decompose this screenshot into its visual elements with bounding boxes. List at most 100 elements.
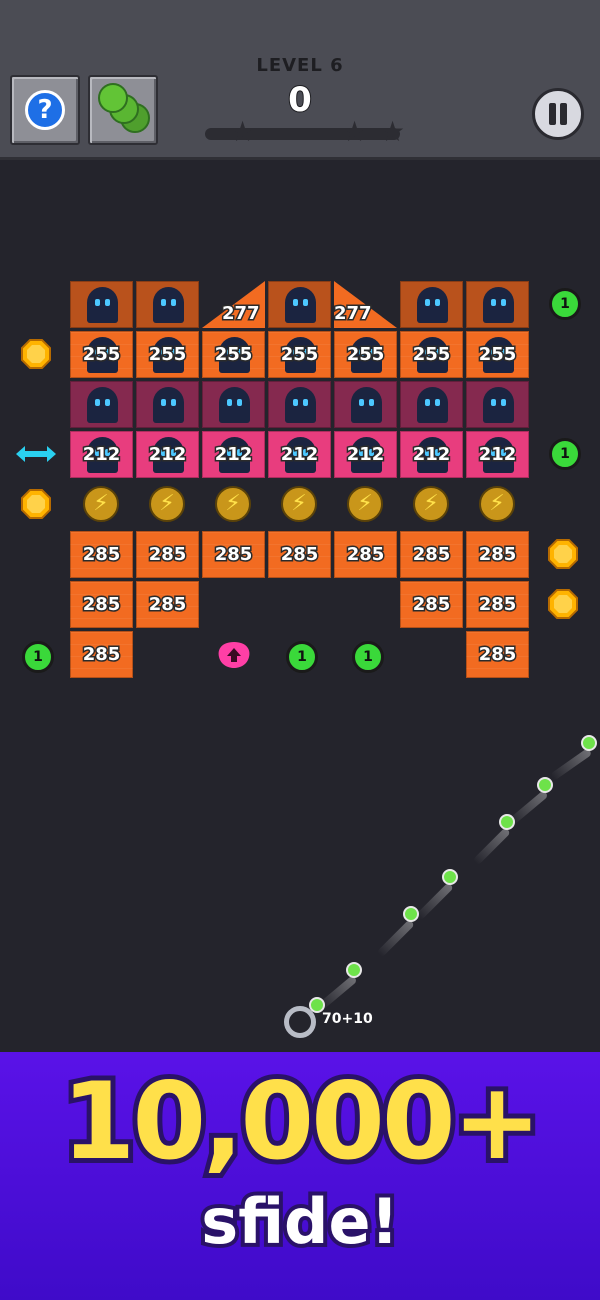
extra-ball-pickup: 1 [549,288,581,320]
brick-value: 212 [81,443,122,467]
ball [442,869,458,885]
ghost-icon [87,387,118,423]
brick-value: 285 [411,543,452,567]
ball [581,735,597,751]
brick: 285 [334,531,397,578]
brick: 212 [70,431,133,478]
lightning-bolt-icon: ⚡ [281,486,317,522]
brick-value: 285 [147,543,188,567]
ghost-brick [136,381,199,428]
ghost-icon [483,287,514,323]
ghost-brick [334,381,397,428]
brick: 285 [70,581,133,628]
brick-value: 255 [213,343,254,367]
brick-value: 212 [477,443,518,467]
extra-ball-pickup: 1 [22,641,54,673]
brick-value: 285 [81,593,122,617]
brick: 255 [334,331,397,378]
ghost-icon [219,387,250,423]
ghost-brick [70,281,133,328]
brick: 212 [334,431,397,478]
brick-value: 277 [221,302,262,326]
lightning-bolt-icon: ⚡ [413,486,449,522]
lightning-bolt-icon: ⚡ [83,486,119,522]
extra-ball-pickup: 1 [549,438,581,470]
brick: 212 [400,431,463,478]
coin-icon [21,339,51,369]
brick: 285 [466,581,529,628]
brick-value: 277 [333,302,374,326]
ball [499,814,515,830]
ghost-brick [268,381,331,428]
brick: 285 [400,581,463,628]
ghost-icon [87,287,118,323]
launcher-ring[interactable] [284,1006,316,1038]
coin-icon [21,489,51,519]
brick: 285 [136,531,199,578]
brick-value: 285 [345,543,386,567]
ball-trail [472,827,511,866]
pause-icon [549,103,556,125]
brick-value: 212 [345,443,386,467]
brick: 255 [70,331,133,378]
brick-value: 285 [213,543,254,567]
ball-trail [415,882,454,921]
ghost-icon [153,287,184,323]
coin-icon [548,539,578,569]
ghost-icon [483,387,514,423]
brick: 285 [400,531,463,578]
brick-value: 285 [279,543,320,567]
ghost-brick [400,281,463,328]
banner-subline: sfide! [197,1181,403,1262]
ball [403,906,419,922]
ghost-brick [268,281,331,328]
ball-count-label: 70+10 [322,1011,373,1027]
ghost-icon [417,387,448,423]
brick-value: 212 [279,443,320,467]
brick-value: 285 [477,643,518,667]
lightning-bolt-icon: ⚡ [347,486,383,522]
star-icon: ★ [230,115,256,148]
brick-value: 255 [279,343,320,367]
lightning-bolt-icon: ⚡ [215,486,251,522]
banner-headline: 10,000+ [57,1055,547,1188]
brick-value: 285 [477,543,518,567]
lightning-bolt-icon: ⚡ [149,486,185,522]
brick: 285 [70,531,133,578]
extra-ball-pickup: 1 [352,641,384,673]
brick: 255 [268,331,331,378]
ghost-brick [400,381,463,428]
coin-icon [548,589,578,619]
ghost-icon [285,387,316,423]
ghost-brick [466,281,529,328]
ghost-brick [70,381,133,428]
star-icon: ★ [342,115,368,148]
ghost-brick [202,381,265,428]
brick-value: 285 [81,543,122,567]
ghost-icon [351,387,382,423]
brick-value: 255 [477,343,518,367]
brick: 285 [466,531,529,578]
brick-value: 255 [147,343,188,367]
brick: 285 [202,531,265,578]
brick-value: 255 [81,343,122,367]
horizontal-laser-icon [16,446,56,462]
brick: 212 [202,431,265,478]
brick-value: 255 [411,343,452,367]
arrow-up-pickup-icon [218,642,250,668]
ball-trail [376,919,415,958]
lightning-bolt-icon: ⚡ [479,486,515,522]
brick-value: 285 [477,593,518,617]
brick-value: 212 [411,443,452,467]
brick-value: 255 [345,343,386,367]
brick: 285 [268,531,331,578]
brick-value: 285 [81,643,122,667]
brick: 285 [136,581,199,628]
pause-button[interactable] [532,88,584,140]
brick-value: 212 [213,443,254,467]
brick: 285 [70,631,133,678]
ghost-brick [136,281,199,328]
brick-value: 285 [147,593,188,617]
ball [537,777,553,793]
brick: 255 [136,331,199,378]
